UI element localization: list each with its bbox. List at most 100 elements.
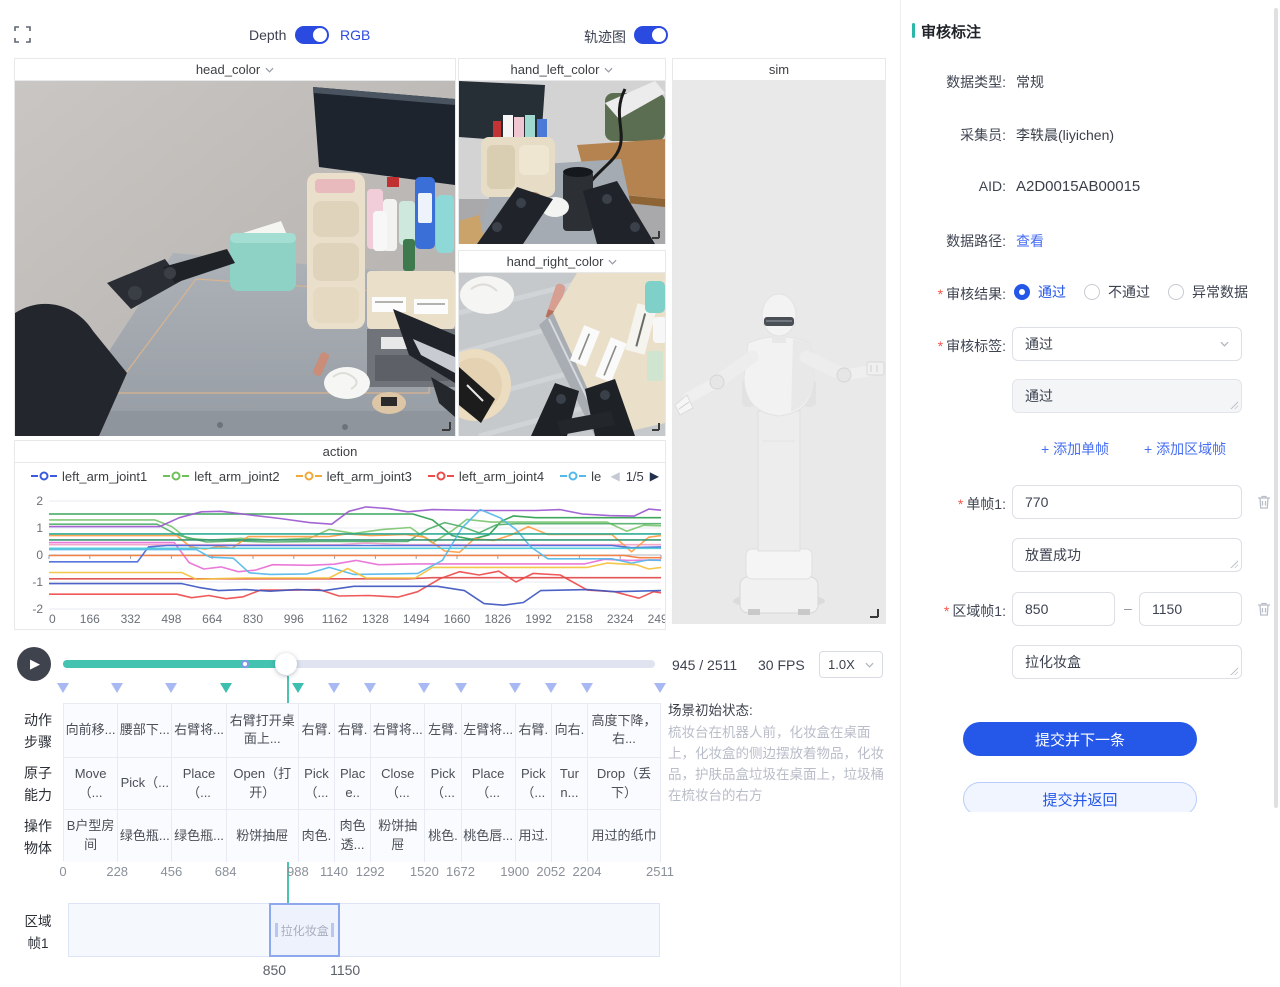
segment-boundary-marker[interactable] bbox=[220, 683, 232, 693]
legend-label: left_arm_joint1 bbox=[62, 469, 147, 484]
legend-label: left_arm_joint2 bbox=[194, 469, 279, 484]
resize-handle-icon[interactable] bbox=[1229, 559, 1238, 568]
add-region-frame-link[interactable]: + 添加区域帧 bbox=[1144, 439, 1226, 459]
segment-boundary-marker[interactable] bbox=[545, 683, 557, 693]
speed-select[interactable]: 1.0X bbox=[819, 651, 883, 678]
radio-fail[interactable] bbox=[1084, 284, 1100, 300]
segment-boundary-marker[interactable] bbox=[165, 683, 177, 693]
region-frame-end-input[interactable]: 1150 bbox=[1139, 592, 1242, 626]
timeline-cell: 右臂. bbox=[335, 704, 371, 757]
submit-next-button[interactable]: 提交并下一条 bbox=[963, 722, 1197, 756]
timeline-row-label-atomic-ability: 原子能力 bbox=[18, 762, 58, 806]
svg-text:-1: -1 bbox=[32, 575, 43, 589]
data-path-link[interactable]: 查看 bbox=[1016, 231, 1044, 251]
segment-boundary-marker[interactable] bbox=[455, 683, 467, 693]
segment-boundary-marker[interactable] bbox=[364, 683, 376, 693]
timeline-cell: 绿色瓶... bbox=[172, 809, 226, 862]
timeline-row-label-action-steps: 动作步骤 bbox=[18, 709, 58, 753]
depth-rgb-toggle[interactable] bbox=[295, 26, 329, 44]
region-frame-note-textarea[interactable]: 拉化妆盒 bbox=[1012, 645, 1242, 679]
radio-fail-label[interactable]: 不通过 bbox=[1108, 282, 1150, 302]
add-single-frame-link[interactable]: + 添加单帧 bbox=[1041, 439, 1109, 459]
required-asterisk: * bbox=[944, 603, 949, 619]
timeline-cell: 肉色透... bbox=[335, 809, 371, 862]
review-tag-select[interactable]: 通过 bbox=[1012, 327, 1242, 361]
svg-text:1162: 1162 bbox=[322, 612, 348, 626]
hand-right-camera-header[interactable]: hand_right_color bbox=[459, 251, 665, 273]
timeline-cell: Move（... bbox=[64, 757, 118, 810]
trajectory-toggle[interactable] bbox=[634, 26, 668, 44]
single-frame-input[interactable]: 770 bbox=[1012, 485, 1242, 519]
fullscreen-icon[interactable] bbox=[14, 26, 31, 43]
region-frame-segment[interactable]: 拉化妆盒 bbox=[269, 903, 340, 957]
collector-value: 李轶晨(liyichen) bbox=[1016, 125, 1114, 145]
radio-abnormal[interactable] bbox=[1168, 284, 1184, 300]
single-frame-value: 770 bbox=[1025, 494, 1048, 510]
timeline-cell: Place（... bbox=[462, 757, 516, 810]
resize-handle-icon[interactable] bbox=[1229, 666, 1238, 675]
review-tag-note-textarea[interactable]: 通过 bbox=[1012, 379, 1242, 413]
legend-item[interactable]: left_arm_joint3 bbox=[296, 469, 412, 484]
timeline-axis-label: 1900 bbox=[500, 864, 529, 879]
svg-text:-2: -2 bbox=[32, 602, 43, 616]
playback-slider-handle[interactable] bbox=[275, 653, 297, 675]
segment-boundary-marker[interactable] bbox=[292, 683, 304, 693]
timeline-cell: 向前移... bbox=[64, 704, 118, 757]
head-camera-image bbox=[15, 81, 455, 436]
head-camera-title: head_color bbox=[196, 62, 260, 77]
resize-handle-icon[interactable] bbox=[1229, 400, 1238, 409]
head-camera-header[interactable]: head_color bbox=[15, 59, 455, 81]
delete-region-frame-icon[interactable] bbox=[1256, 601, 1272, 617]
playback-slider-fill bbox=[63, 660, 286, 668]
svg-text:2158: 2158 bbox=[566, 612, 593, 626]
radio-pass-label[interactable]: 通过 bbox=[1038, 282, 1066, 302]
segment-boundary-marker[interactable] bbox=[328, 683, 340, 693]
action-chart-plot[interactable]: 210-1-2016633249866483099611621328149416… bbox=[15, 489, 665, 629]
single-frame-dot[interactable] bbox=[241, 660, 249, 668]
segment-boundary-marker[interactable] bbox=[581, 683, 593, 693]
timeline-cell: Open（打开） bbox=[227, 757, 299, 810]
segment-boundary-marker[interactable] bbox=[111, 683, 123, 693]
region-right-handle[interactable] bbox=[331, 923, 334, 937]
region-track-bar[interactable]: 拉化妆盒 bbox=[68, 903, 660, 957]
legend-item[interactable]: le bbox=[560, 469, 601, 484]
legend-item[interactable]: left_arm_joint2 bbox=[163, 469, 279, 484]
play-button[interactable]: ▶ bbox=[17, 647, 51, 681]
submit-back-button[interactable]: 提交并返回 bbox=[963, 782, 1197, 812]
play-icon: ▶ bbox=[30, 656, 40, 672]
scrollbar-thumb[interactable] bbox=[1274, 8, 1278, 808]
legend-item[interactable]: left_arm_joint1 bbox=[31, 469, 147, 484]
delete-single-frame-icon[interactable] bbox=[1256, 494, 1272, 510]
hand-left-camera-header[interactable]: hand_left_color bbox=[459, 59, 665, 81]
legend-label: left_arm_joint3 bbox=[327, 469, 412, 484]
legend-line-icon bbox=[560, 471, 586, 481]
legend-next-icon[interactable]: ▶ bbox=[650, 469, 659, 483]
rgb-label: RGB bbox=[340, 27, 370, 43]
review-tag-label: *审核标签: bbox=[806, 336, 1006, 356]
timeline-cell: 右臂. bbox=[299, 704, 335, 757]
timeline-axis-label: 2204 bbox=[573, 864, 602, 879]
segment-boundary-marker[interactable] bbox=[509, 683, 521, 693]
review-panel-title: 审核标注 bbox=[921, 21, 981, 42]
region-start-frame: 850 bbox=[263, 962, 286, 978]
region-end-frame: 1150 bbox=[330, 962, 360, 978]
radio-abnormal-label[interactable]: 异常数据 bbox=[1192, 282, 1248, 302]
action-chart-title-bar: action bbox=[15, 441, 665, 463]
timeline-axis-label: 684 bbox=[215, 864, 237, 879]
segment-boundary-marker[interactable] bbox=[654, 683, 666, 693]
segment-boundary-marker[interactable] bbox=[57, 683, 69, 693]
required-asterisk: * bbox=[938, 338, 943, 354]
segment-boundary-marker[interactable] bbox=[418, 683, 430, 693]
svg-text:664: 664 bbox=[202, 612, 222, 626]
region-left-handle[interactable] bbox=[275, 923, 278, 937]
data-type-label: 数据类型: bbox=[806, 72, 1006, 92]
hand-left-camera-panel: hand_left_color bbox=[458, 58, 666, 244]
legend-item[interactable]: left_arm_joint4 bbox=[428, 469, 544, 484]
single-frame-note-textarea[interactable]: 放置成功 bbox=[1012, 538, 1242, 572]
region-frame-start-input[interactable]: 850 bbox=[1012, 592, 1115, 626]
submit-back-clip: 提交并返回 bbox=[900, 782, 1274, 812]
radio-pass[interactable] bbox=[1014, 284, 1030, 300]
fps-label: 30 FPS bbox=[758, 657, 805, 673]
legend-prev-icon[interactable]: ◀ bbox=[610, 469, 619, 483]
depth-label: Depth bbox=[249, 27, 286, 43]
